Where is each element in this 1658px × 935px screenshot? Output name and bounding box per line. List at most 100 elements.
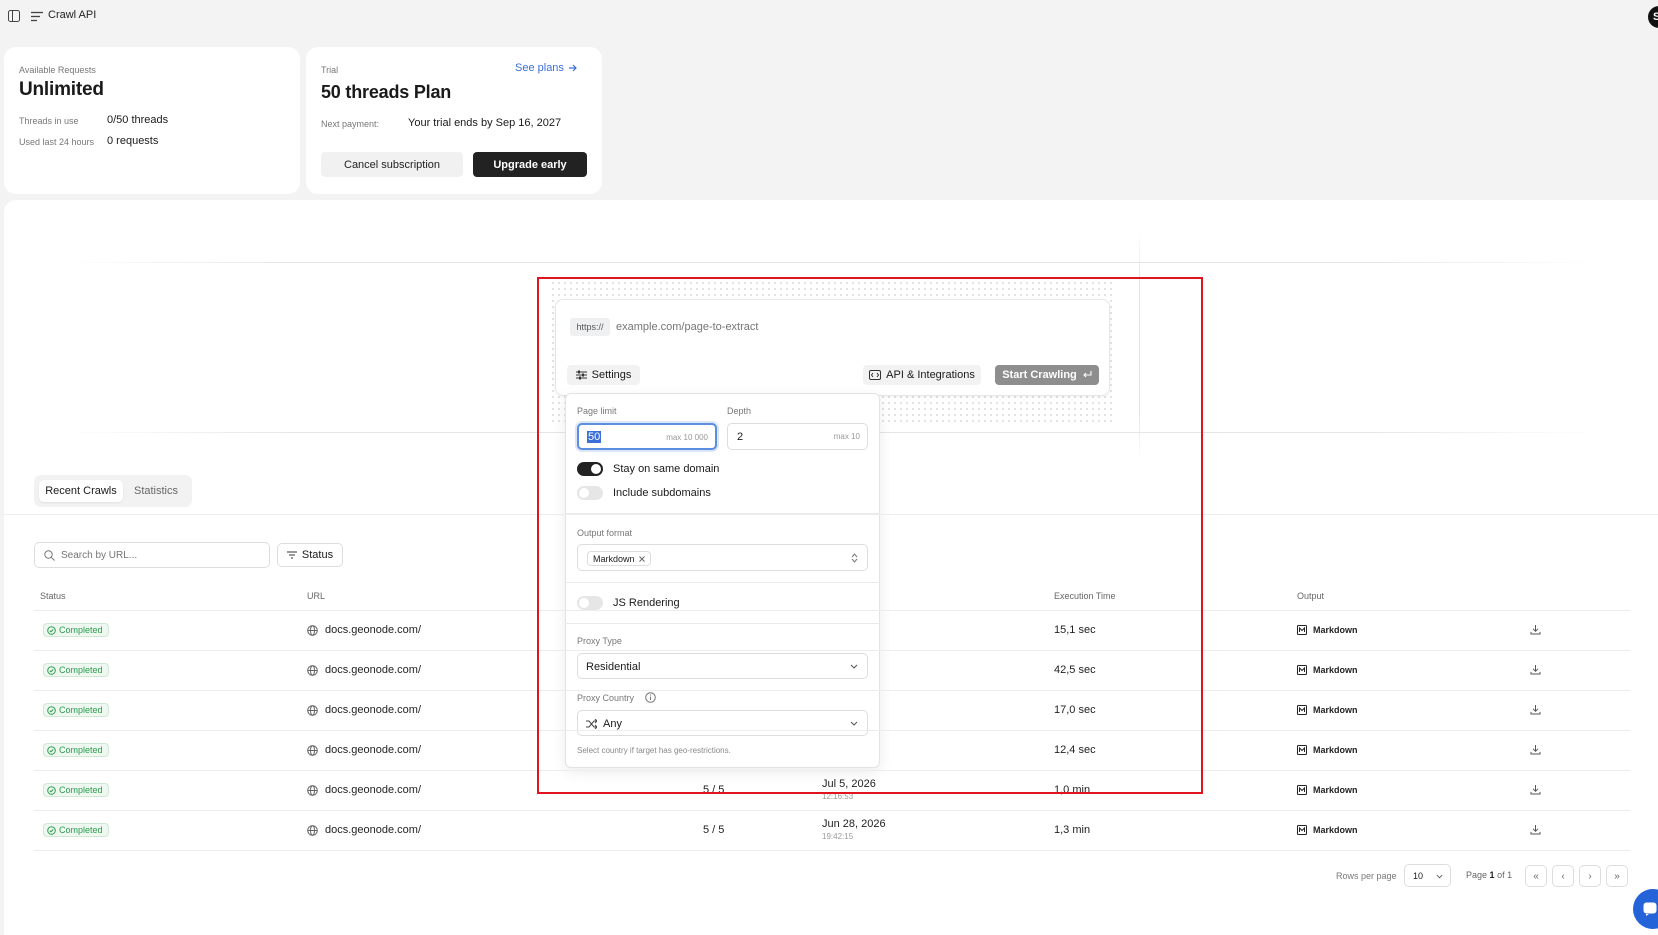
search-input[interactable] xyxy=(61,547,261,564)
download-icon[interactable] xyxy=(1530,704,1541,715)
sidebar-toggle-icon[interactable] xyxy=(8,10,20,22)
download-icon[interactable] xyxy=(1530,784,1541,795)
plan-card: Trial See plans 50 threads Plan Next pay… xyxy=(306,47,602,194)
check-circle-icon xyxy=(47,825,56,835)
status-text: Completed xyxy=(59,745,103,755)
page-title: Crawl API xyxy=(48,9,97,21)
status-text: Completed xyxy=(59,785,103,795)
next-payment-label: Next payment: xyxy=(321,119,380,129)
avatar-initial: S xyxy=(1653,11,1658,23)
upgrade-early-button[interactable]: Upgrade early xyxy=(473,152,587,177)
markdown-icon xyxy=(1297,785,1307,795)
usage-value: 0 requests xyxy=(107,135,159,147)
status-text: Completed xyxy=(59,625,103,635)
status-text: Completed xyxy=(59,705,103,715)
status-text: Completed xyxy=(59,665,103,675)
output-cell: Markdown xyxy=(1313,705,1358,715)
tab-recent-crawls[interactable]: Recent Crawls xyxy=(39,480,123,502)
search-box[interactable] xyxy=(34,542,270,568)
download-icon[interactable] xyxy=(1530,624,1541,635)
chat-icon xyxy=(1643,902,1657,916)
arrow-right-icon xyxy=(568,63,578,73)
status-badge: Completed xyxy=(43,823,109,837)
output-cell: Markdown xyxy=(1313,665,1358,675)
next-page-button[interactable]: › xyxy=(1579,865,1601,887)
output-cell: Markdown xyxy=(1313,785,1358,795)
url-cell[interactable]: docs.geonode.com/ xyxy=(325,704,421,716)
url-cell[interactable]: docs.geonode.com/ xyxy=(325,664,421,676)
globe-icon xyxy=(307,625,318,636)
search-icon xyxy=(44,550,55,561)
threads-label: Threads in use xyxy=(19,116,79,126)
globe-icon xyxy=(307,665,318,676)
prev-page-button[interactable]: ‹ xyxy=(1552,865,1574,887)
plan-title: 50 threads Plan xyxy=(321,82,452,102)
status-badge: Completed xyxy=(43,663,109,677)
first-page-button[interactable]: « xyxy=(1525,865,1547,887)
last-page-button[interactable]: » xyxy=(1606,865,1628,887)
requests-card: Available Requests Unlimited Threads in … xyxy=(4,47,300,194)
cancel-subscription-button[interactable]: Cancel subscription xyxy=(321,152,463,177)
globe-icon xyxy=(307,745,318,756)
rows-per-page-select[interactable]: 10 xyxy=(1404,864,1451,887)
output-cell: Markdown xyxy=(1313,625,1358,635)
markdown-icon xyxy=(1297,825,1307,835)
globe-icon xyxy=(307,785,318,796)
header-output: Output xyxy=(1297,591,1325,601)
status-badge: Completed xyxy=(43,783,109,797)
crawl-api-icon xyxy=(31,11,43,22)
status-filter-label: Status xyxy=(301,549,334,561)
page-prefix: Page xyxy=(1466,870,1488,880)
plan-label: Trial xyxy=(321,65,339,75)
check-circle-icon xyxy=(47,665,56,675)
filter-icon xyxy=(286,551,297,559)
download-icon[interactable] xyxy=(1530,744,1541,755)
status-badge: Completed xyxy=(43,743,109,757)
highlight-box xyxy=(537,277,1203,794)
header-status: Status xyxy=(40,591,66,601)
time-cell: 19:42:15 xyxy=(822,832,854,841)
next-payment-value: Your trial ends by Sep 16, 2027 xyxy=(408,117,562,129)
globe-icon xyxy=(307,825,318,836)
date-cell: Jun 28, 2026 xyxy=(822,818,886,830)
url-cell[interactable]: docs.geonode.com/ xyxy=(325,784,421,796)
check-circle-icon xyxy=(47,625,56,635)
globe-icon xyxy=(307,705,318,716)
page-indicator: Page 1 of 1 xyxy=(1466,870,1512,880)
see-plans-link[interactable]: See plans xyxy=(515,62,578,74)
markdown-icon xyxy=(1297,625,1307,635)
row-divider xyxy=(34,810,1630,811)
check-circle-icon xyxy=(47,705,56,715)
url-cell[interactable]: docs.geonode.com/ xyxy=(325,744,421,756)
download-icon[interactable] xyxy=(1530,664,1541,675)
check-circle-icon xyxy=(47,745,56,755)
url-cell[interactable]: docs.geonode.com/ xyxy=(325,624,421,636)
markdown-icon xyxy=(1297,705,1307,715)
usage-label: Used last 24 hours xyxy=(19,137,95,147)
markdown-icon xyxy=(1297,745,1307,755)
check-circle-icon xyxy=(47,785,56,795)
markdown-icon xyxy=(1297,665,1307,675)
avatar[interactable]: S xyxy=(1648,6,1658,28)
execution-time-cell: 1,3 min xyxy=(1054,824,1091,836)
status-filter-button[interactable]: Status xyxy=(277,543,343,567)
rows-per-page-value: 10 xyxy=(1413,871,1424,881)
page-current: 1 xyxy=(1489,870,1495,880)
status-badge: Completed xyxy=(43,703,109,717)
page-of: of 1 xyxy=(1497,870,1513,880)
status-badge: Completed xyxy=(43,623,109,637)
requests-value: Unlimited xyxy=(19,79,104,100)
output-cell: Markdown xyxy=(1313,825,1358,835)
threads-value: 0/50 threads xyxy=(107,114,169,126)
status-text: Completed xyxy=(59,825,103,835)
see-plans-label: See plans xyxy=(515,62,564,74)
tab-statistics[interactable]: Statistics xyxy=(126,480,186,502)
requests-label: Available Requests xyxy=(19,65,96,75)
header-url: URL xyxy=(307,591,326,601)
url-cell[interactable]: docs.geonode.com/ xyxy=(325,824,421,836)
pages-cell: 5 / 5 xyxy=(703,824,725,836)
output-cell: Markdown xyxy=(1313,745,1358,755)
rows-per-page-label: Rows per page xyxy=(1336,871,1397,881)
divider-line xyxy=(60,262,1600,263)
download-icon[interactable] xyxy=(1530,824,1541,835)
